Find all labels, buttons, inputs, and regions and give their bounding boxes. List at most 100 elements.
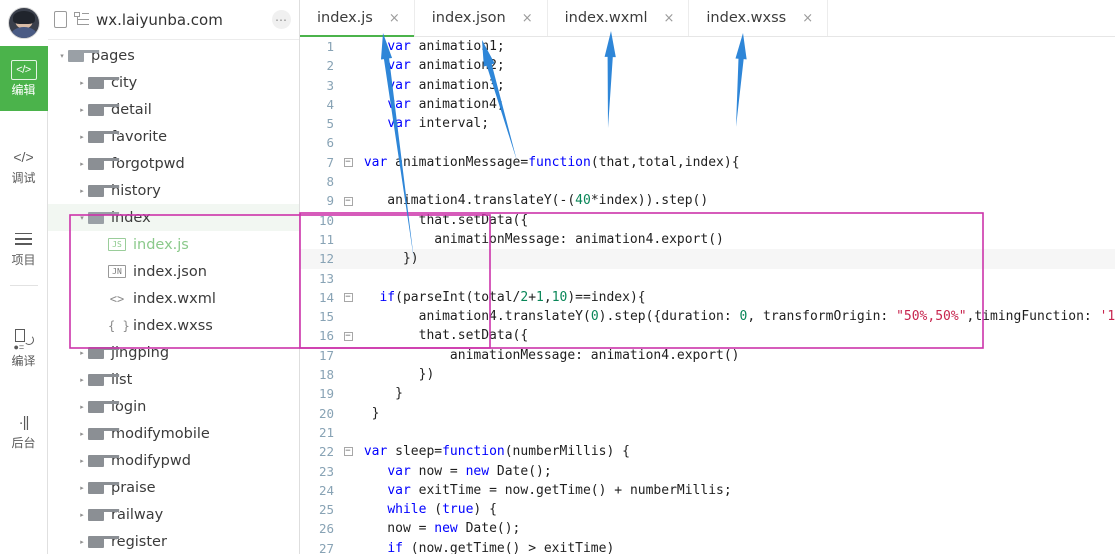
tree-folder-modifypwd[interactable]: ▸ modifypwd xyxy=(48,447,299,474)
line-number: 8 xyxy=(326,174,334,190)
code-line[interactable]: 14− if(parseInt(total/2+1,10)==index){ xyxy=(300,288,1115,307)
code-line[interactable]: 8 xyxy=(300,172,1115,191)
code-text: }) xyxy=(356,365,435,384)
tab-index-json[interactable]: index.json × xyxy=(415,0,548,36)
close-icon[interactable]: × xyxy=(802,12,813,25)
line-number: 24 xyxy=(318,482,334,498)
chevron-right-icon[interactable]: ▸ xyxy=(76,484,88,492)
tree-folder-forgotpwd[interactable]: ▸ forgotpwd xyxy=(48,150,299,177)
fold-collapse-icon[interactable]: − xyxy=(340,293,356,302)
code-line[interactable]: 21 xyxy=(300,423,1115,442)
sidebar-item-project[interactable]: 项目 xyxy=(0,219,48,275)
code-line[interactable]: 6 xyxy=(300,133,1115,152)
fold-collapse-icon[interactable]: − xyxy=(340,331,356,341)
code-line[interactable]: 19 } xyxy=(300,384,1115,403)
code-line[interactable]: 9− animation4.translateY(-(40*index)).st… xyxy=(300,191,1115,210)
chevron-right-icon[interactable]: ▸ xyxy=(76,457,88,465)
code-token: } xyxy=(356,386,403,402)
line-number: 7 xyxy=(326,154,334,170)
code-line[interactable]: 22− var sleep=function(numberMillis) { xyxy=(300,442,1115,461)
project-title: wx.laiyunba.com xyxy=(96,10,223,29)
code-line[interactable]: 13 xyxy=(300,269,1115,288)
tree-file-index-js[interactable]: JS index.js xyxy=(48,231,299,258)
code-line[interactable]: 16− that.setData({ xyxy=(300,326,1115,345)
chevron-right-icon[interactable]: ▸ xyxy=(76,79,88,87)
code-line[interactable]: 5 var interval; xyxy=(300,114,1115,133)
code-line[interactable]: 25 while (true) { xyxy=(300,500,1115,519)
user-avatar[interactable] xyxy=(7,7,40,39)
tree-folder-city[interactable]: ▸ city xyxy=(48,69,299,96)
tree-folder-favorite[interactable]: ▸ favorite xyxy=(48,123,299,150)
code-line[interactable]: 18 }) xyxy=(300,365,1115,384)
code-line[interactable]: 23 var now = new Date(); xyxy=(300,462,1115,481)
tree-folder-jingping[interactable]: ▸ jingping xyxy=(48,339,299,366)
fold-collapse-icon[interactable]: − xyxy=(340,157,356,167)
tree-folder-praise[interactable]: ▸ praise xyxy=(48,474,299,501)
code-line[interactable]: 12 }) xyxy=(300,249,1115,269)
folder-icon xyxy=(88,481,120,494)
chevron-right-icon[interactable]: ▸ xyxy=(76,106,88,114)
chevron-right-icon[interactable]: ▸ xyxy=(76,511,88,519)
sidebar-item-backend[interactable]: ·|| 后台 xyxy=(0,402,48,458)
chevron-down-icon[interactable]: ▾ xyxy=(56,52,68,60)
chevron-right-icon[interactable]: ▸ xyxy=(76,403,88,411)
phone-preview-icon[interactable] xyxy=(54,11,67,28)
chevron-right-icon[interactable]: ▸ xyxy=(76,376,88,384)
tab-index-wxss[interactable]: index.wxss × xyxy=(689,0,829,36)
code-line[interactable]: 15 animation4.translateY(0).step({durati… xyxy=(300,307,1115,326)
chevron-right-icon[interactable]: ▸ xyxy=(76,430,88,438)
line-number: 19 xyxy=(318,386,334,402)
chevron-right-icon[interactable]: ▸ xyxy=(76,187,88,195)
code-area[interactable]: 1 var animation1; 2 var animation2; 3 var … xyxy=(300,37,1115,554)
tree-folder-pages[interactable]: ▾ pages xyxy=(48,42,299,69)
fold-collapse-icon[interactable]: − xyxy=(340,447,356,457)
tree-file-index-wxml[interactable]: <> index.wxml xyxy=(48,285,299,312)
code-line[interactable]: 10 that.setData({ xyxy=(300,211,1115,230)
code-token: + xyxy=(528,289,537,305)
code-line[interactable]: 7− var animationMessage=function(that,to… xyxy=(300,153,1115,172)
tree-file-index-wxss[interactable]: { } index.wxss xyxy=(48,312,299,339)
line-number: 10 xyxy=(318,212,334,228)
code-text: } xyxy=(356,404,380,423)
chevron-right-icon[interactable]: ▸ xyxy=(76,538,88,546)
tree-folder-modifymobile[interactable]: ▸ modifymobile xyxy=(48,420,299,447)
tree-folder-register[interactable]: ▸ register xyxy=(48,528,299,554)
project-structure-icon[interactable] xyxy=(74,12,89,27)
code-line[interactable]: 24 var exitTime = now.getTime() + number… xyxy=(300,481,1115,500)
chevron-right-icon[interactable]: ▸ xyxy=(76,160,88,168)
tree-folder-index[interactable]: ▾ index xyxy=(48,204,299,231)
tree-folder-detail[interactable]: ▸ detail xyxy=(48,96,299,123)
chevron-right-icon[interactable]: ▸ xyxy=(76,349,88,357)
code-line[interactable]: 4 var animation4; xyxy=(300,95,1115,114)
chevron-down-icon[interactable]: ▾ xyxy=(76,214,88,222)
sidebar-item-compile[interactable]: ●= 编译 xyxy=(0,320,48,376)
code-line[interactable]: 1 var animation1; xyxy=(300,37,1115,56)
more-options-icon[interactable]: ⋯ xyxy=(272,10,291,29)
close-icon[interactable]: × xyxy=(389,12,400,25)
tree-folder-list[interactable]: ▸ list xyxy=(48,366,299,393)
tab-index-js[interactable]: index.js × xyxy=(300,0,415,37)
line-number: 4 xyxy=(326,96,334,112)
sidebar-item-debug[interactable]: </> 调试 xyxy=(0,137,48,193)
tab-index-wxml[interactable]: index.wxml × xyxy=(548,0,690,36)
tree-file-index-json[interactable]: JN index.json xyxy=(48,258,299,285)
close-icon[interactable]: × xyxy=(522,12,533,25)
code-line[interactable]: 2 var animation2; xyxy=(300,56,1115,75)
tree-folder-login[interactable]: ▸ login xyxy=(48,393,299,420)
code-line[interactable]: 26 now = new Date(); xyxy=(300,519,1115,538)
tree-folder-history[interactable]: ▸ history xyxy=(48,177,299,204)
code-line[interactable]: 3 var animation3; xyxy=(300,76,1115,95)
sidebar-item-edit[interactable]: </> 编辑 xyxy=(0,46,48,111)
avatar-container[interactable] xyxy=(0,0,48,46)
code-line[interactable]: 27 if (now.getTime() > exitTime) xyxy=(300,539,1115,554)
code-line[interactable]: 20 } xyxy=(300,404,1115,423)
close-icon[interactable]: × xyxy=(664,12,675,25)
code-line[interactable]: 11 animationMessage: animation4.export() xyxy=(300,230,1115,249)
chevron-right-icon[interactable]: ▸ xyxy=(76,133,88,141)
fold-collapse-icon[interactable]: − xyxy=(340,196,356,206)
code-token: }) xyxy=(356,367,435,383)
tree-folder-railway[interactable]: ▸ railway xyxy=(48,501,299,528)
code-line[interactable]: 17 animationMessage: animation4.export() xyxy=(300,346,1115,365)
